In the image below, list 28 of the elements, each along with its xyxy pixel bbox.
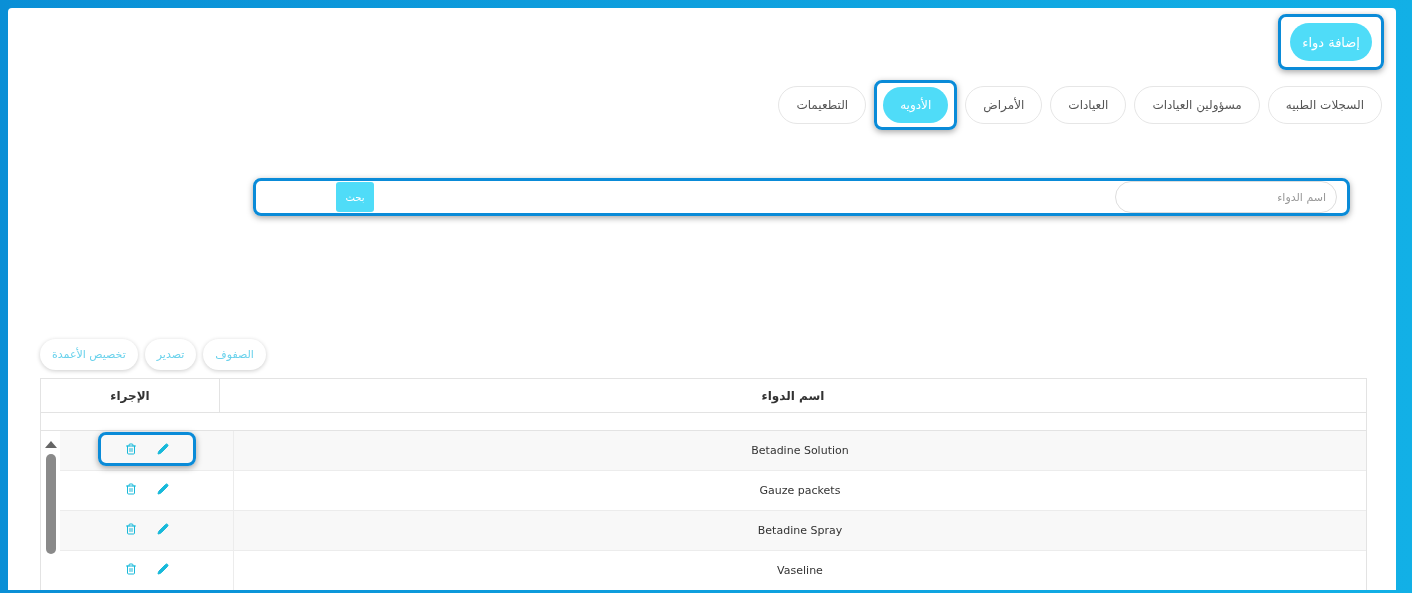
edit-icon[interactable] <box>156 482 169 495</box>
delete-icon[interactable] <box>124 482 137 495</box>
toolbar-button[interactable]: الصفوف <box>203 339 266 370</box>
tab[interactable]: مسؤولين العيادات <box>1134 86 1260 124</box>
tab[interactable]: السجلات الطبيه <box>1267 86 1382 124</box>
delete-icon[interactable] <box>124 562 137 575</box>
search-field[interactable]: اسم الدواء <box>1115 181 1337 213</box>
edit-icon[interactable] <box>156 442 169 455</box>
column-header: اسم الدواء <box>219 379 1366 412</box>
scroll-up-icon[interactable] <box>44 441 57 448</box>
delete-icon[interactable] <box>124 442 137 455</box>
edit-icon[interactable] <box>156 562 169 575</box>
column-header: الإجراء <box>109 387 151 405</box>
scrollbar-thumb[interactable] <box>45 454 56 554</box>
add-medicine-button[interactable]: إضافة دواء <box>1290 23 1372 61</box>
table-cell-text: Betadine Spray <box>756 523 844 539</box>
toolbar-button[interactable]: تخصيص الأعمدة <box>40 339 138 370</box>
table-cell-text: Betadine Solution <box>750 443 850 459</box>
search-button[interactable]: بحث <box>336 182 374 212</box>
toolbar-button[interactable]: تصدير <box>144 339 197 370</box>
tab[interactable]: التطعيمات <box>778 86 867 124</box>
tab[interactable]: الأدويه <box>883 87 949 123</box>
edit-icon[interactable] <box>156 522 169 535</box>
table-cell-text: Vaseline <box>776 563 824 579</box>
tab[interactable]: العيادات <box>1050 86 1127 124</box>
delete-icon[interactable] <box>124 522 137 535</box>
table-cell-text: Gauze packets <box>758 483 842 499</box>
tab[interactable]: الأمراض <box>965 86 1043 124</box>
